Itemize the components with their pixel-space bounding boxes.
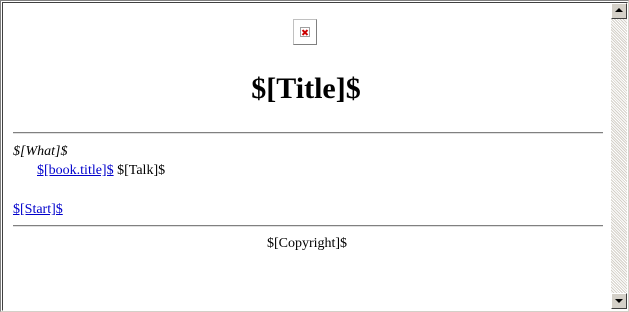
start-section: $[Start]$ [13, 202, 63, 218]
scroll-up-button[interactable] [611, 3, 627, 19]
talk-text: $[Talk]$ [117, 163, 166, 178]
logo-image [293, 19, 317, 45]
scroll-down-button[interactable] [611, 293, 627, 309]
horizontal-rule-bottom [13, 225, 603, 227]
scroll-down-arrow-icon [615, 299, 623, 303]
scroll-up-arrow-icon [615, 8, 623, 12]
page-title: $[Title]$ [251, 72, 361, 105]
horizontal-rule-top [13, 132, 603, 134]
vertical-scrollbar[interactable] [611, 3, 627, 309]
broken-image-icon [300, 27, 310, 37]
browser-viewport: $[Title]$ $[What]$ $[book.title]$ $[Talk… [0, 0, 629, 312]
start-link[interactable]: $[Start]$ [13, 202, 63, 217]
page-content: $[Title]$ $[What]$ $[book.title]$ $[Talk… [3, 3, 611, 309]
what-label: $[What]$ [13, 144, 68, 159]
list-item: $[book.title]$ $[Talk]$ [37, 163, 165, 179]
copyright-text: $[Copyright]$ [266, 236, 348, 251]
book-title-link[interactable]: $[book.title]$ [37, 163, 114, 178]
